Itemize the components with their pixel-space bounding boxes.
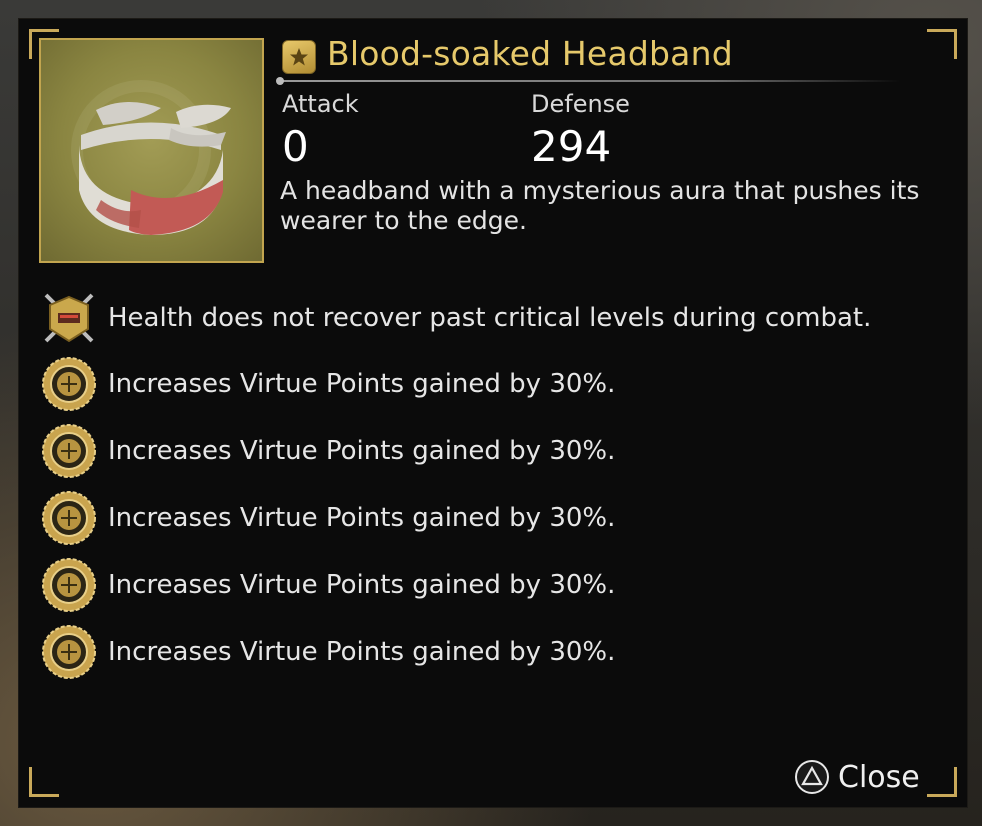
effect-row: Increases Virtue Points gained by 30%.	[40, 354, 920, 414]
corner-ornament	[927, 767, 957, 797]
gold-rarity-star-icon	[282, 40, 316, 74]
corner-ornament	[29, 767, 59, 797]
virtue-medal-icon	[40, 623, 98, 681]
crossed-swords-shield-icon	[40, 289, 98, 347]
effect-row: Increases Virtue Points gained by 30%.	[40, 421, 920, 481]
defense-label: Defense	[531, 90, 630, 118]
effect-row: Health does not recover past critical le…	[40, 288, 920, 348]
effect-text: Increases Virtue Points gained by 30%.	[108, 369, 616, 399]
effect-text: Increases Virtue Points gained by 30%.	[108, 436, 616, 466]
headband-icon	[79, 101, 231, 235]
item-portrait	[39, 38, 264, 263]
virtue-medal-icon	[40, 422, 98, 480]
effect-row: Increases Virtue Points gained by 30%.	[40, 488, 920, 548]
effect-row: Increases Virtue Points gained by 30%.	[40, 555, 920, 615]
virtue-medal-icon	[40, 556, 98, 614]
close-button[interactable]: Close	[794, 756, 920, 798]
attack-label: Attack	[282, 90, 359, 118]
virtue-medal-icon	[40, 355, 98, 413]
effect-text: Health does not recover past critical le…	[108, 303, 872, 333]
item-name: Blood-soaked Headband	[327, 34, 733, 73]
effect-text: Increases Virtue Points gained by 30%.	[108, 570, 616, 600]
defense-value: 294	[531, 122, 612, 171]
title-divider	[276, 77, 900, 85]
close-label: Close	[838, 759, 920, 795]
effect-text: Increases Virtue Points gained by 30%.	[108, 503, 616, 533]
corner-ornament	[927, 29, 957, 59]
item-description: A headband with a mysterious aura that p…	[280, 176, 920, 235]
effect-row: Increases Virtue Points gained by 30%.	[40, 622, 920, 682]
virtue-medal-icon	[40, 489, 98, 547]
effect-text: Increases Virtue Points gained by 30%.	[108, 637, 616, 667]
attack-value: 0	[282, 122, 309, 171]
triangle-button-icon	[795, 760, 829, 794]
